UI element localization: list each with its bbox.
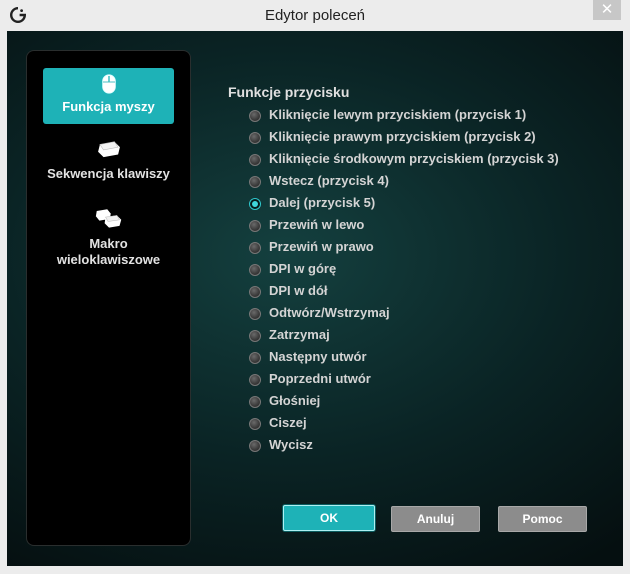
- radio-button[interactable]: [249, 264, 261, 276]
- radio-button[interactable]: [249, 176, 261, 188]
- radio-option-label: Zatrzymaj: [269, 327, 330, 342]
- help-button[interactable]: Pomoc: [498, 506, 587, 532]
- radio-option[interactable]: Poprzedni utwór: [249, 371, 579, 391]
- radio-button[interactable]: [249, 132, 261, 144]
- sidebar-item-mouse-function[interactable]: Funkcja myszy: [43, 68, 174, 124]
- title-bar: Edytor poleceń ✕: [0, 0, 630, 31]
- key-icon: [97, 141, 120, 158]
- radio-option-label: Dalej (przycisk 5): [269, 195, 376, 210]
- radio-option-label: Kliknięcie prawym przyciskiem (przycisk …: [269, 129, 536, 144]
- radio-option-label: DPI w dół: [269, 283, 328, 298]
- section-title: Funkcje przycisku: [228, 84, 350, 100]
- radio-option[interactable]: Kliknięcie środkowym przyciskiem (przyci…: [249, 151, 579, 171]
- radio-button[interactable]: [249, 308, 261, 320]
- radio-option-label: Poprzedni utwór: [269, 371, 371, 386]
- cancel-button[interactable]: Anuluj: [391, 506, 480, 532]
- radio-button[interactable]: [249, 440, 261, 452]
- radio-option[interactable]: Przewiń w lewo: [249, 217, 579, 237]
- radio-option-label: Odtwórz/Wstrzymaj: [269, 305, 390, 320]
- radio-option[interactable]: Wstecz (przycisk 4): [249, 173, 579, 193]
- radio-option[interactable]: Wycisz: [249, 437, 579, 457]
- radio-button[interactable]: [249, 374, 261, 386]
- radio-button[interactable]: [249, 242, 261, 254]
- radio-option-label: Przewiń w prawo: [269, 239, 374, 254]
- radio-option[interactable]: Przewiń w prawo: [249, 239, 579, 259]
- radio-option-label: Głośniej: [269, 393, 321, 408]
- radio-option-label: Ciszej: [269, 415, 307, 430]
- radio-option-label: Wycisz: [269, 437, 313, 452]
- radio-option-label: DPI w górę: [269, 261, 337, 276]
- radio-option[interactable]: Odtwórz/Wstrzymaj: [249, 305, 579, 325]
- radio-button[interactable]: [249, 352, 261, 364]
- radio-option-label: Kliknięcie lewym przyciskiem (przycisk 1…: [269, 107, 527, 122]
- radio-button[interactable]: [249, 418, 261, 430]
- radio-button[interactable]: [249, 110, 261, 122]
- radio-option[interactable]: DPI w górę: [249, 261, 579, 281]
- radio-option-label: Przewiń w lewo: [269, 217, 365, 232]
- radio-button[interactable]: [249, 220, 261, 232]
- sidebar-item-label: Funkcja myszy: [62, 99, 155, 114]
- radio-option[interactable]: Dalej (przycisk 5): [249, 195, 579, 215]
- radio-option-label: Wstecz (przycisk 4): [269, 173, 389, 188]
- mouse-icon: [101, 74, 116, 94]
- radio-button-checked[interactable]: [249, 198, 261, 210]
- radio-option[interactable]: DPI w dół: [249, 283, 579, 303]
- sidebar-item-label: Makro wieloklawiszowe: [56, 236, 161, 267]
- radio-option[interactable]: Zatrzymaj: [249, 327, 579, 347]
- sidebar-item-key-sequence[interactable]: Sekwencja klawiszy: [43, 139, 174, 191]
- radio-option[interactable]: Ciszej: [249, 415, 579, 435]
- sidebar-item-multikey-macro[interactable]: Makro wieloklawiszowe: [43, 206, 174, 278]
- window-title: Edytor poleceń: [264, 7, 366, 24]
- multi-key-icon: [95, 209, 121, 228]
- radio-option[interactable]: Następny utwór: [249, 349, 579, 369]
- close-button[interactable]: ✕: [593, 0, 621, 20]
- radio-option[interactable]: Głośniej: [249, 393, 579, 413]
- radio-option[interactable]: Kliknięcie lewym przyciskiem (przycisk 1…: [249, 107, 579, 127]
- radio-option[interactable]: Kliknięcie prawym przyciskiem (przycisk …: [249, 129, 579, 149]
- radio-button[interactable]: [249, 154, 261, 166]
- category-sidebar: Funkcja myszy Sekwencja klawiszy Makro w…: [27, 51, 190, 545]
- sidebar-item-label: Sekwencja klawiszy: [47, 166, 170, 181]
- radio-option-label: Następny utwór: [269, 349, 367, 364]
- radio-button[interactable]: [249, 330, 261, 342]
- radio-option-label: Kliknięcie środkowym przyciskiem (przyci…: [269, 151, 559, 166]
- radio-button[interactable]: [249, 286, 261, 298]
- dialog-body: Funkcja myszy Sekwencja klawiszy Makro w…: [7, 31, 623, 566]
- radio-button[interactable]: [249, 396, 261, 408]
- ok-button[interactable]: OK: [283, 505, 375, 531]
